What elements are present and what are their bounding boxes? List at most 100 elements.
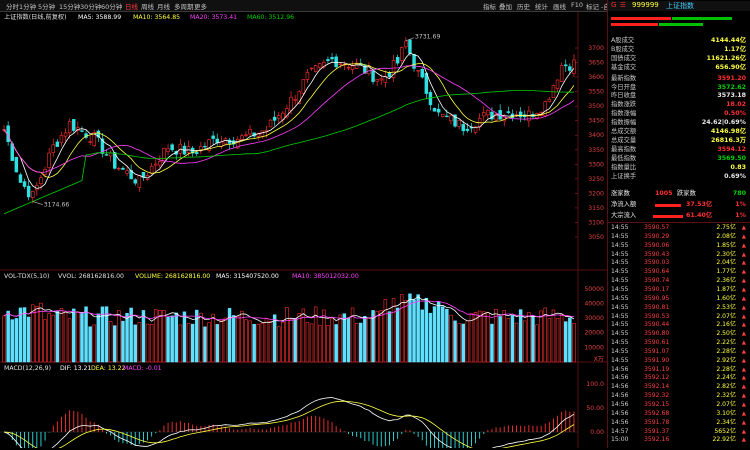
tick-volume: 1.77亿 [716,268,736,276]
tick-row[interactable]: 15:00 3592.16 22.92亿 ▲ [611,436,748,445]
tick-direction-icon: ▲ [741,348,746,355]
volume-bar [551,309,556,363]
tick-row[interactable]: 14:56 3592.14 2.82亿 ▲ [611,383,748,392]
volume-bar [477,310,482,363]
candle-body [67,121,72,134]
volume-bar [514,322,519,363]
toolbar-item-2[interactable]: 5分钟 [38,1,55,11]
tick-row[interactable]: 14:55 3590.80 2.50亿 ▲ [611,330,748,339]
candle-body [104,154,109,156]
tick-direction-icon: ▲ [741,295,746,302]
quote-row: 最新指数 3591.20 [611,75,748,84]
toolbar-right-item-2[interactable]: 历史 [517,1,530,11]
volume-bar [252,324,256,363]
quote-row: 指数涨跌 18.02 [611,101,748,110]
toolbar-item-8[interactable]: 月线 [157,1,170,11]
price-axis-label: 3600 [588,74,604,81]
tick-row[interactable]: 14:55 3590.95 1.60亿 ▲ [611,295,748,304]
tick-row[interactable]: 14:55 3590.53 2.07亿 ▲ [611,313,748,322]
toolbar-right-item-1[interactable]: 叠加 [499,1,512,11]
volume-bar [318,324,322,363]
tick-row[interactable]: 14:55 3590.44 2.16亿 ▲ [611,321,748,330]
flow-bar-red [611,23,658,26]
candle-body [301,79,306,94]
toolbar-item-1[interactable]: 1分钟 [19,1,36,11]
volume-bar [268,321,273,363]
volume-bar [510,314,515,363]
toolbar-item-6[interactable]: 日线 [125,1,138,11]
candle-body [22,181,27,187]
toolbar-item-0[interactable]: 分时 [6,1,19,11]
quote-row: 昨日收盘 3573.18 [611,92,748,101]
macd-legend: MACD: -0.01 [123,365,162,372]
toolbar-item-3[interactable]: 15分钟 [59,1,80,11]
price-axis-label: 3050 [588,234,604,241]
candle-body [371,70,375,82]
quote-row-label: 最低指数 [611,154,637,162]
tick-volume: 2.82亿 [716,383,736,391]
tick-row[interactable]: 14:56 3591.78 2.34亿 ▲ [611,419,748,428]
tick-row[interactable]: 14:55 3590.74 2.36亿 ▲ [611,277,748,286]
candle-body [125,170,129,174]
toolbar-item-5[interactable]: 60分钟 [101,1,122,11]
toolbar-right-item-4[interactable]: 画线 [553,1,566,11]
candle-body [416,70,420,72]
candle-body [260,130,265,137]
toolbar-right-item-0[interactable]: 指标 [483,1,496,11]
toolbar-item-4[interactable]: 30分钟 [80,1,101,11]
tick-row[interactable]: 14:55 3590.29 2.08亿 ▲ [611,233,748,242]
tick-volume: 1.60亿 [716,294,736,302]
toolbar-item-9[interactable]: 多周期 [174,1,194,11]
tick-row[interactable]: 14:55 3590.64 1.77亿 ▲ [611,268,748,277]
volume-bar [338,314,342,363]
quote-row: A股成交 4144.44亿 [611,37,748,46]
quote-row: 国债成交 11621.26亿 [611,55,748,64]
close-icon[interactable]: ☰ [620,1,626,9]
toolbar-item-7[interactable]: 周线 [141,1,154,11]
volume-bar [145,323,150,363]
volume-bar [572,323,576,363]
candle-body [445,115,449,118]
toolbar-item-10[interactable]: 更多 [194,1,207,11]
volume-bar [457,323,461,363]
volume-title: VOL-TDX(5,10) [4,273,49,280]
toolbar-right-item-3[interactable]: 统计 [535,1,548,11]
toolbar-right-item-6[interactable]: 标记 [586,1,599,11]
candle-body [350,65,355,70]
volume-bar [88,326,92,363]
kline-chart[interactable]: 3700 3650 3600 3550 3500 3450 3400 3350 3300 3250… [0,12,607,450]
tick-row[interactable]: 14:56 3592.68 3.10亿 ▲ [611,410,748,419]
tick-price: 3590.81 [644,303,670,311]
tick-row[interactable]: 14:55 3590.06 1.85亿 ▲ [611,242,748,251]
volume-bar [117,310,121,363]
candle-body [137,175,142,188]
tick-direction-icon: ▲ [741,410,746,417]
tick-row[interactable]: 14:56 3592.32 2.32亿 ▲ [611,392,748,401]
tick-row[interactable]: 14:56 3592.12 2.24亿 ▲ [611,374,748,383]
tick-row[interactable]: 14:56 3592.15 2.07亿 ▲ [611,401,748,410]
tick-row[interactable]: 14:55 3591.07 2.28亿 ▲ [611,348,748,357]
candle-body [555,79,560,89]
volume-bar [346,317,351,363]
candle-body [461,124,465,132]
tick-row[interactable]: 14:55 3590.17 1.87亿 ▲ [611,286,748,295]
tick-row[interactable]: 14:55 3590.81 2.53亿 ▲ [611,304,748,313]
tick-volume: 2.04亿 [716,259,736,267]
volume-bar [387,311,392,363]
tick-row[interactable]: 14:55 3591.90 2.92亿 ▲ [611,357,748,366]
index-name: 上证指数 [666,2,694,10]
candle-body [318,63,322,68]
volume-bar [502,310,506,363]
candle-body [72,119,76,131]
tick-row[interactable]: 14:55 3590.61 2.22亿 ▲ [611,339,748,348]
tick-row[interactable]: 14:55 3590.03 2.04亿 ▲ [611,259,748,268]
volume-bar [527,312,531,363]
tick-direction-icon: ▲ [741,340,746,347]
volume-bar [363,316,367,363]
quote-row-value: 4144.44亿 [711,37,746,44]
toolbar-right-item-5[interactable]: F10 [571,1,583,9]
price-axis-label: 3650 [588,60,604,67]
volume-bar [55,311,60,363]
quote-row-value: 3569.50 [717,154,746,162]
tick-row[interactable]: 14:55 3590.57 2.75亿 ▲ [611,224,748,233]
